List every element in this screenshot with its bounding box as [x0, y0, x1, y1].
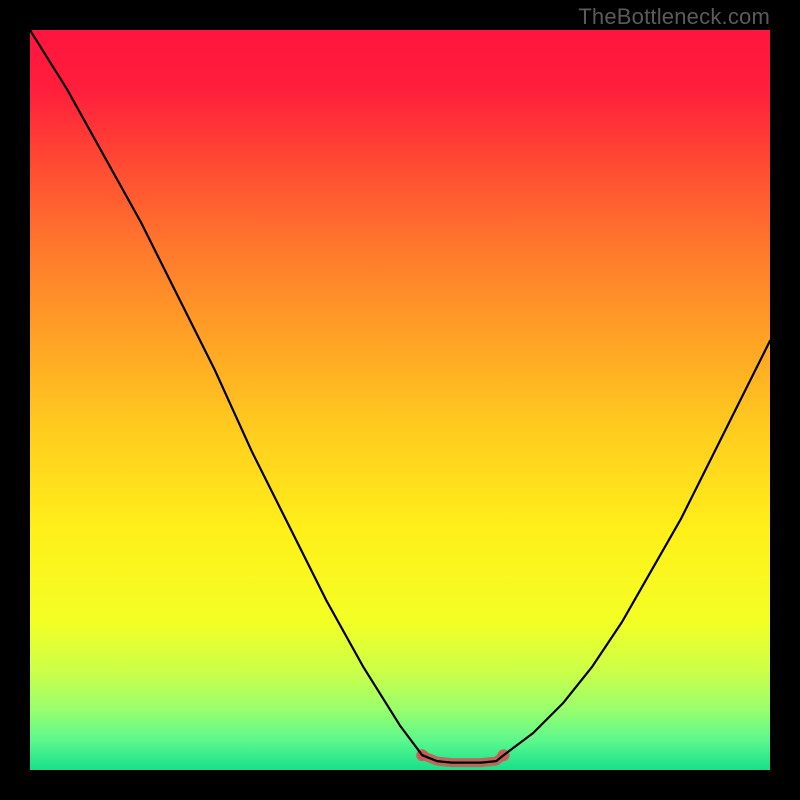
chart-frame: TheBottleneck.com [0, 0, 800, 800]
curve-right-branch [504, 341, 770, 755]
plot-area [30, 30, 770, 770]
curve-left-branch [30, 30, 422, 755]
curve-layer [30, 30, 770, 770]
watermark-text: TheBottleneck.com [578, 4, 770, 30]
